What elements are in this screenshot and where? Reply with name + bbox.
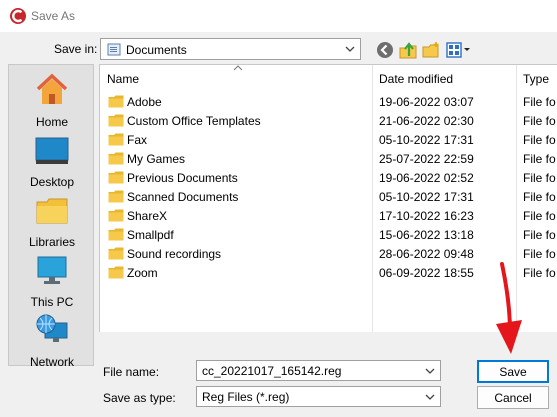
folder-icon bbox=[108, 228, 124, 241]
ccleaner-app-icon bbox=[10, 8, 26, 24]
column-header-date-modified[interactable]: Date modified bbox=[372, 65, 516, 91]
date-modified-cell: 05-10-2022 17:31 bbox=[379, 133, 474, 147]
file-row[interactable]: Smallpdf 15-06-2022 13:18 File fo bbox=[100, 225, 557, 244]
up-one-level-icon[interactable] bbox=[398, 40, 418, 60]
place-network[interactable]: Network bbox=[9, 313, 95, 371]
folder-icon bbox=[108, 247, 124, 260]
file-row[interactable]: Sound recordings 28-06-2022 09:48 File fo bbox=[100, 244, 557, 263]
folder-icon bbox=[108, 190, 124, 203]
save-as-type-dropdown[interactable]: Reg Files (*.reg) bbox=[196, 386, 441, 407]
save-in-dropdown[interactable]: Documents bbox=[100, 38, 361, 60]
file-name-label: File name: bbox=[103, 365, 160, 379]
type-cell: File fo bbox=[523, 247, 556, 261]
back-icon[interactable] bbox=[375, 40, 395, 60]
save-as-type-label: Save as type: bbox=[103, 391, 176, 405]
file-name-cell: Smallpdf bbox=[127, 228, 174, 242]
type-cell: File fo bbox=[523, 114, 556, 128]
libraries-icon bbox=[36, 198, 68, 224]
save-in-value: Documents bbox=[126, 43, 187, 57]
type-cell: File fo bbox=[523, 171, 556, 185]
chevron-down-icon bbox=[345, 46, 355, 52]
place-this-pc[interactable]: This PC bbox=[9, 253, 95, 311]
window-title: Save As bbox=[31, 9, 76, 23]
type-cell: File fo bbox=[523, 228, 556, 242]
type-cell: File fo bbox=[523, 95, 556, 109]
chevron-down-icon bbox=[425, 394, 435, 400]
place-libraries[interactable]: Libraries bbox=[9, 193, 95, 251]
file-name-cell: My Games bbox=[127, 152, 186, 166]
date-modified-cell: 06-09-2022 18:55 bbox=[379, 266, 474, 280]
date-modified-cell: 05-10-2022 17:31 bbox=[379, 190, 474, 204]
place-label: Network bbox=[29, 355, 74, 369]
date-modified-cell: 19-06-2022 02:52 bbox=[379, 171, 474, 185]
file-row[interactable]: Zoom 06-09-2022 18:55 File fo bbox=[100, 263, 557, 282]
chevron-down-icon[interactable] bbox=[423, 364, 437, 378]
folder-icon bbox=[108, 133, 124, 146]
cancel-button[interactable]: Cancel bbox=[477, 386, 549, 409]
new-folder-icon[interactable] bbox=[421, 40, 441, 60]
date-modified-cell: 15-06-2022 13:18 bbox=[379, 228, 474, 242]
save-as-type-value: Reg Files (*.reg) bbox=[202, 390, 290, 404]
folder-icon bbox=[108, 114, 124, 127]
file-row[interactable]: Previous Documents 19-06-2022 02:52 File f… bbox=[100, 168, 557, 187]
place-label: Home bbox=[35, 115, 68, 129]
place-home[interactable]: Home bbox=[9, 73, 95, 131]
place-label: This PC bbox=[30, 295, 74, 309]
view-menu-icon[interactable] bbox=[445, 40, 471, 60]
place-label: Desktop bbox=[29, 175, 75, 189]
date-modified-cell: 28-06-2022 09:48 bbox=[379, 247, 474, 261]
folder-icon bbox=[108, 95, 124, 108]
file-row[interactable]: Scanned Documents 05-10-2022 17:31 File fo bbox=[100, 187, 557, 206]
column-header-type[interactable]: Type bbox=[516, 65, 557, 91]
file-row[interactable]: Fax 05-10-2022 17:31 File fo bbox=[100, 130, 557, 149]
documents-folder-icon bbox=[107, 43, 121, 56]
column-header-name[interactable]: Name bbox=[100, 65, 372, 91]
folder-icon bbox=[108, 171, 124, 184]
desktop-icon bbox=[35, 137, 69, 164]
file-name-input[interactable]: cc_20221017_165142.reg bbox=[196, 360, 441, 381]
type-cell: File fo bbox=[523, 190, 556, 204]
file-name-cell: Scanned Documents bbox=[127, 190, 239, 204]
date-modified-cell: 17-10-2022 16:23 bbox=[379, 209, 474, 223]
places-bar: Home Desktop Libraries This PC Network bbox=[8, 64, 95, 369]
file-name-cell: ShareX bbox=[127, 209, 168, 223]
type-cell: File fo bbox=[523, 209, 556, 223]
file-name-value: cc_20221017_165142.reg bbox=[202, 364, 342, 378]
this-pc-icon bbox=[37, 256, 67, 284]
title-bar: Save As bbox=[0, 0, 557, 32]
file-row[interactable]: Adobe 19-06-2022 03:07 File fo bbox=[100, 92, 557, 111]
folder-icon bbox=[108, 266, 124, 279]
folder-icon bbox=[108, 152, 124, 165]
type-cell: File fo bbox=[523, 152, 556, 166]
file-name-cell: Fax bbox=[127, 133, 148, 147]
file-name-cell: Custom Office Templates bbox=[127, 114, 261, 128]
save-in-row: Save in: Documents bbox=[0, 36, 557, 62]
file-row[interactable]: Custom Office Templates 21-06-2022 02:30 F… bbox=[100, 111, 557, 130]
place-desktop[interactable]: Desktop bbox=[9, 133, 95, 191]
save-button[interactable]: Save bbox=[477, 360, 549, 383]
network-icon bbox=[36, 314, 68, 342]
save-in-label: Save in: bbox=[54, 42, 98, 56]
file-row[interactable]: My Games 25-07-2022 22:59 File fo bbox=[100, 149, 557, 168]
date-modified-cell: 25-07-2022 22:59 bbox=[379, 152, 474, 166]
place-label: Libraries bbox=[28, 235, 76, 249]
file-name-cell: Previous Documents bbox=[127, 171, 238, 185]
file-list[interactable]: Name Date modified Type Adobe 19-06-2022 … bbox=[99, 64, 557, 332]
type-cell: File fo bbox=[523, 133, 556, 147]
type-cell: File fo bbox=[523, 266, 556, 280]
file-name-cell: Adobe bbox=[127, 95, 162, 109]
file-name-cell: Sound recordings bbox=[127, 247, 222, 261]
folder-icon bbox=[108, 209, 124, 222]
date-modified-cell: 19-06-2022 03:07 bbox=[379, 95, 474, 109]
file-name-cell: Zoom bbox=[127, 266, 158, 280]
file-row[interactable]: ShareX 17-10-2022 16:23 File fo bbox=[100, 206, 557, 225]
date-modified-cell: 21-06-2022 02:30 bbox=[379, 114, 474, 128]
home-icon bbox=[36, 73, 68, 104]
